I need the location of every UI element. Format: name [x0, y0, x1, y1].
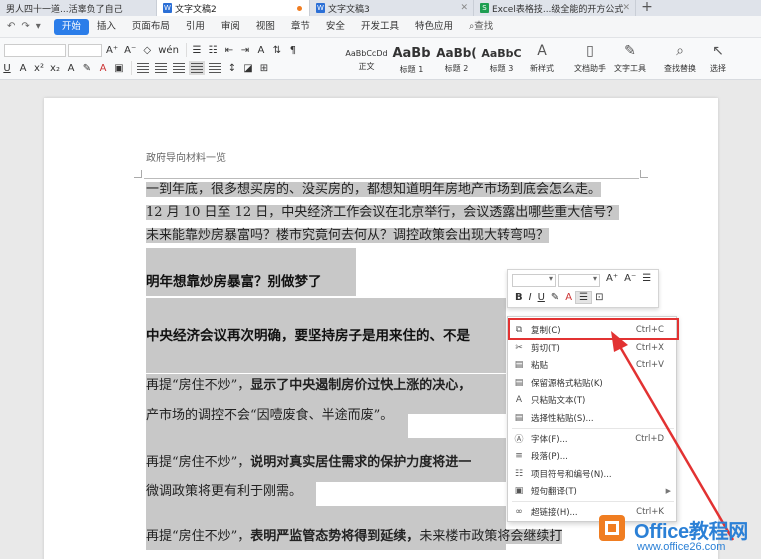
arrow-head	[611, 331, 628, 352]
watermark-brand: Office教程网	[634, 521, 748, 543]
watermark: Office教程网 www.office26.com	[597, 512, 761, 559]
arrow-shaft	[617, 344, 735, 541]
watermark-site: www.office26.com	[637, 541, 726, 553]
office-logo-icon	[599, 515, 625, 541]
annotation-arrow	[611, 331, 735, 541]
app-window: 男人四十一道...活辜负了自己 W 文字文稿2 W 文字文稿3 ✕ S Exce…	[0, 0, 761, 559]
